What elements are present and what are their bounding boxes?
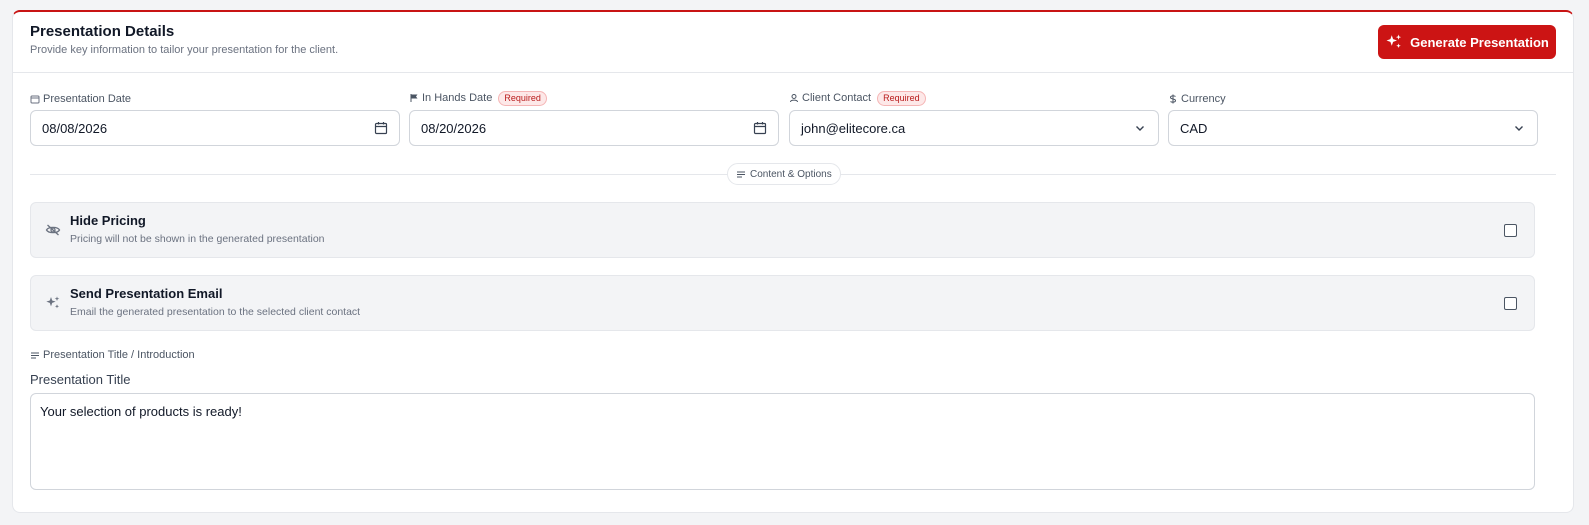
client-contact-value: john@elitecore.ca <box>801 120 906 136</box>
page-title: Presentation Details <box>30 23 175 40</box>
lines-icon <box>737 171 745 178</box>
user-icon <box>790 94 798 103</box>
presentation-date-input[interactable]: 08/08/2026 <box>30 110 400 146</box>
presentation-date-value: 08/08/2026 <box>42 120 108 136</box>
in-hands-date-value: 08/20/2026 <box>421 120 487 136</box>
sparkles-icon <box>1386 34 1402 48</box>
eye-off-icon <box>45 224 61 236</box>
intro-section-text: Presentation Title / Introduction <box>43 349 195 361</box>
client-contact-select[interactable]: john@elitecore.ca <box>789 110 1159 146</box>
flag-icon <box>410 94 418 102</box>
send-email-title: Send Presentation Email <box>70 286 223 301</box>
hide-pricing-checkbox[interactable] <box>1504 224 1517 237</box>
intro-section-label: Presentation Title / Introduction <box>30 349 195 361</box>
hide-pricing-description: Pricing will not be shown in the generat… <box>70 233 325 245</box>
calendar-icon[interactable] <box>374 121 388 135</box>
in-hands-date-input[interactable]: 08/20/2026 <box>409 110 779 146</box>
dollar-icon <box>1169 94 1177 104</box>
calendar-icon[interactable] <box>753 121 767 135</box>
chevron-down-icon <box>1515 126 1523 131</box>
presentation-title-label: Presentation Title <box>30 372 131 387</box>
currency-value: CAD <box>1180 120 1208 136</box>
generate-presentation-label: Generate Presentation <box>1410 34 1549 50</box>
page-subtitle: Provide key information to tailor your p… <box>30 44 339 56</box>
in-hands-date-label: In Hands Date <box>422 92 493 104</box>
presentation-date-label: Presentation Date <box>43 93 132 105</box>
presentation-title-textarea[interactable]: Your selection of products is ready! <box>30 393 1535 490</box>
presentation-details-card: Presentation Details Provide key informa… <box>12 10 1574 513</box>
send-email-checkbox[interactable] <box>1504 297 1517 310</box>
currency-label: Currency <box>1181 93 1226 105</box>
content-options-divider-pill: Content & Options <box>727 163 841 185</box>
hide-pricing-option[interactable]: Hide Pricing Pricing will not be shown i… <box>30 202 1535 258</box>
hide-pricing-title: Hide Pricing <box>70 213 146 228</box>
calendar-icon <box>30 95 40 104</box>
chevron-down-icon <box>1136 126 1144 131</box>
send-email-description: Email the generated presentation to the … <box>70 306 361 318</box>
card-header: Presentation Details Provide key informa… <box>13 12 1573 73</box>
generate-presentation-button[interactable]: Generate Presentation <box>1378 25 1556 59</box>
client-contact-label: Client Contact <box>802 92 872 104</box>
lines-icon <box>31 352 39 359</box>
content-options-label: Content & Options <box>750 168 832 180</box>
send-email-option[interactable]: Send Presentation Email Email the genera… <box>30 275 1535 331</box>
currency-select[interactable]: CAD <box>1168 110 1538 146</box>
required-badge: Required <box>877 90 926 106</box>
required-badge: Required <box>498 90 547 106</box>
sparkles-icon <box>46 296 60 309</box>
